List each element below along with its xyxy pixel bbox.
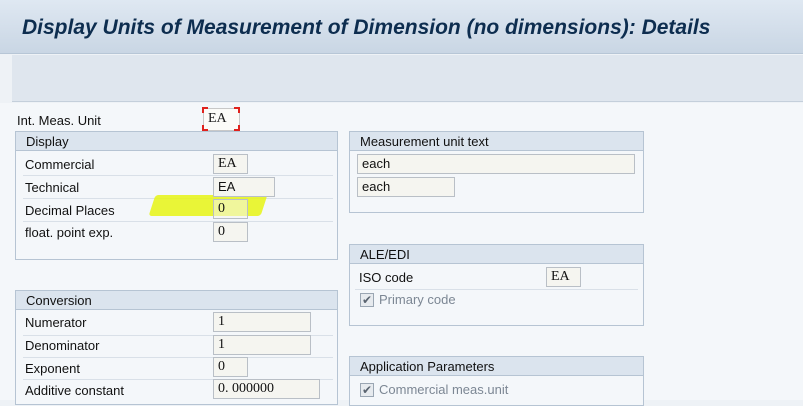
row-divider <box>355 289 638 290</box>
technical-label: Technical <box>25 180 80 195</box>
display-group-title: Display <box>16 132 337 151</box>
window-title: Display Units of Measurement of Dimensio… <box>22 16 711 39</box>
focus-corner-tr <box>234 107 240 113</box>
row-divider <box>23 221 333 222</box>
commercial-meas-unit-checkbox[interactable]: ✔ <box>360 383 374 397</box>
commercial-meas-unit-label: Commercial meas.unit <box>379 382 509 397</box>
row-divider <box>23 357 333 358</box>
technical-field[interactable]: EA <box>213 177 275 197</box>
title-bar: Display Units of Measurement of Dimensio… <box>0 0 803 54</box>
numerator-field[interactable]: 1 <box>213 312 311 332</box>
row-divider <box>23 175 333 176</box>
iso-code-label: ISO code <box>359 270 414 285</box>
yellow-highlight-marker <box>148 195 268 216</box>
numerator-label: Numerator <box>25 315 87 330</box>
conversion-group-title: Conversion <box>16 291 337 310</box>
measurement-text-group-title: Measurement unit text <box>350 132 643 151</box>
focus-corner-tl <box>202 107 208 113</box>
commercial-field[interactable]: EA <box>213 154 248 174</box>
ale-edi-group: ALE/EDI <box>349 244 644 326</box>
int-meas-unit-label: Int. Meas. Unit <box>17 113 101 128</box>
iso-code-field[interactable]: EA <box>546 267 581 287</box>
float-point-exp-label: float. point exp. <box>25 225 114 240</box>
application-parameters-group-title: Application Parameters <box>350 357 643 376</box>
decimal-places-label: Decimal Places <box>25 203 115 218</box>
application-toolbar <box>12 55 803 102</box>
application-parameters-group: Application Parameters <box>349 356 644 406</box>
commercial-label: Commercial <box>25 157 95 172</box>
additive-constant-label: Additive constant <box>25 383 125 398</box>
measurement-long-text-field[interactable]: each <box>357 154 635 174</box>
ale-edi-group-title: ALE/EDI <box>350 245 643 264</box>
denominator-field[interactable]: 1 <box>213 335 311 355</box>
measurement-short-text-field[interactable]: each <box>357 177 455 197</box>
exponent-label: Exponent <box>25 361 80 376</box>
primary-code-label: Primary code <box>379 292 456 307</box>
decimal-places-field[interactable]: 0 <box>213 199 248 219</box>
float-point-exp-field[interactable]: 0 <box>213 222 248 242</box>
denominator-label: Denominator <box>25 338 100 353</box>
primary-code-checkbox[interactable]: ✔ <box>360 293 374 307</box>
exponent-field[interactable]: 0 <box>213 357 248 377</box>
additive-constant-field[interactable]: 0. 000000 <box>213 379 320 399</box>
